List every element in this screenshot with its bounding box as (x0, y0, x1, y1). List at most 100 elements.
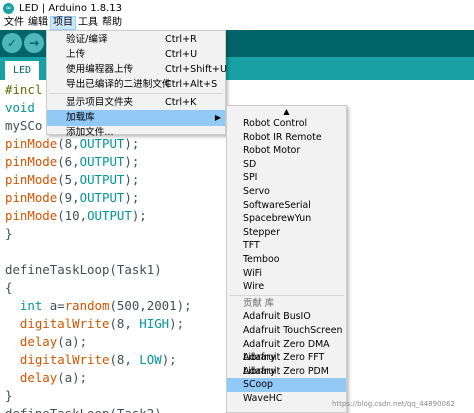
code-token: void (5, 100, 35, 115)
library-item[interactable]: Robot Motor (227, 144, 346, 158)
menu-separator (49, 93, 223, 94)
library-item[interactable]: SPI (227, 171, 346, 185)
project-menu-item[interactable]: 加载库 ▶ (47, 110, 225, 126)
code-token: ); (124, 190, 140, 205)
library-item[interactable]: TFT (227, 239, 346, 253)
menu-item-label: 使用编程器上传 (66, 64, 134, 75)
library-item[interactable]: Adafruit TouchScreen (227, 324, 346, 338)
code-token: (5, (57, 172, 80, 187)
library-item-label: Wire (243, 281, 265, 293)
library-item[interactable]: Robot Control (227, 117, 346, 131)
code-token: OUTPUT (87, 208, 132, 223)
code-line: pinMode(6,OUTPUT); (5, 153, 139, 171)
library-item[interactable]: WaveHC (227, 392, 346, 406)
code-token: defineTaskLoop(Task1) (5, 262, 162, 277)
code-token: delay (19, 334, 58, 349)
tab-led[interactable]: LED (5, 61, 39, 80)
menu-item-shortcut: Ctrl+Alt+S (165, 79, 218, 90)
library-item-label: SoftwareSerial (243, 199, 311, 211)
code-line: #incl (5, 81, 42, 99)
library-item-label: SCoop (243, 379, 273, 391)
code-token: (9, (57, 190, 80, 205)
code-token: ); (161, 352, 177, 367)
library-item-label: TFT (243, 240, 260, 252)
code-token: mySCo (5, 118, 43, 133)
library-item-label: Adafruit TouchScreen (243, 325, 343, 336)
code-line: pinMode(5,OUTPUT); (5, 171, 139, 189)
menu-item-shortcut: Ctrl+K (165, 97, 197, 108)
code-line: delay(a); (5, 369, 87, 387)
submenu-section-header: 贡献 库 (227, 297, 346, 311)
menu-item-label: 验证/编译 (66, 34, 108, 45)
project-menu-item[interactable]: 上传 Ctrl+U (47, 47, 225, 63)
library-item-label: 贡献 库 (243, 297, 275, 309)
library-item[interactable]: Adafruit Zero FFT Library (227, 351, 346, 377)
library-item[interactable]: SpacebrewYun (227, 212, 346, 226)
library-item[interactable]: Adafruit BusIO (227, 310, 346, 324)
code-token: int (19, 298, 43, 313)
menu-project[interactable]: 项目 (50, 16, 76, 30)
verify-button[interactable]: ✓ (2, 33, 22, 53)
code-line: digitalWrite(8, LOW); (5, 351, 177, 369)
code-token: delay (19, 370, 58, 385)
code-token: pinMode (5, 208, 58, 223)
code-token: a= (42, 298, 65, 313)
library-item-label: SpacebrewYun (243, 213, 312, 225)
window-title: LED | Arduino 1.8.13 (19, 2, 122, 14)
code-token: { (5, 280, 13, 295)
menu-edit[interactable]: 编辑 (26, 16, 50, 30)
menu-help[interactable]: 帮助 (100, 16, 124, 30)
project-menu-item[interactable]: 验证/编译 Ctrl+R (47, 32, 225, 48)
library-item[interactable]: SCoop (227, 378, 346, 392)
code-line: pinMode(10,OUTPUT); (5, 207, 147, 225)
code-token: OUTPUT (79, 154, 125, 169)
library-item-label: SPI (243, 172, 258, 184)
code-token: (10, (57, 208, 88, 223)
library-item[interactable]: Stepper (227, 226, 346, 240)
library-item[interactable]: SoftwareSerial (227, 199, 346, 213)
menu-item-label: 添加文件... (66, 127, 114, 138)
menu-file[interactable]: 文件 (2, 16, 26, 30)
library-item-label: Stepper (243, 226, 280, 238)
project-menu-item[interactable]: 添加文件... (47, 125, 225, 141)
library-item[interactable]: Robot IR Remote (227, 131, 346, 145)
menu-item-label: 显示项目文件夹 (66, 97, 134, 108)
code-token: } (5, 388, 13, 403)
library-item[interactable]: Temboo (227, 253, 346, 267)
library-item[interactable]: Wire (227, 280, 346, 294)
library-item[interactable]: Adafruit Zero PDM Library (227, 365, 346, 391)
upload-button[interactable]: → (24, 33, 44, 53)
code-line: } (5, 387, 12, 405)
library-item[interactable]: Adafruit Zero DMA Library (227, 338, 346, 364)
project-menu-item[interactable]: 显示项目文件夹 Ctrl+K (47, 95, 225, 111)
library-item[interactable]: WiFi (227, 267, 346, 281)
project-menu: 验证/编译 Ctrl+R 上传 Ctrl+U 使用编程器上传 Ctrl+Shift+U 导出… (46, 30, 227, 138)
submenu-arrow-icon: ▶ (214, 113, 221, 122)
project-menu-item[interactable]: 导出已编译的二进制文件 Ctrl+Alt+S (47, 77, 225, 93)
watermark: https://blog.csdn.net/qq_44890062 (332, 400, 455, 408)
menu-bar: 文件 编辑 项目 工具 帮助 (0, 16, 474, 30)
code-token: pinMode (5, 172, 58, 187)
library-item[interactable]: SD (227, 158, 346, 172)
menu-item-shortcut: Ctrl+R (165, 34, 197, 45)
project-menu-item[interactable]: 使用编程器上传 Ctrl+Shift+U (47, 62, 227, 78)
code-line: int a=random(500,2001); (5, 297, 192, 315)
code-line: void (5, 99, 35, 117)
code-token: } (5, 226, 13, 241)
code-line: { (5, 279, 12, 297)
library-submenu: ▲ Robot Control Robot IR Remote Robot Moto… (226, 105, 347, 413)
code-token: defineTaskLoop(Task2) (5, 406, 162, 413)
code-token: LOW (139, 352, 162, 367)
library-item-label: SD (243, 158, 257, 170)
code-line: defineTaskLoop(Task2) (5, 405, 162, 413)
library-item[interactable]: Servo (227, 185, 346, 199)
menu-tools[interactable]: 工具 (76, 16, 100, 30)
code-token: pinMode (5, 190, 58, 205)
code-token: (a); (57, 370, 88, 385)
menu-item-shortcut: Ctrl+Shift+U (165, 64, 227, 75)
code-token: #incl (5, 82, 43, 97)
